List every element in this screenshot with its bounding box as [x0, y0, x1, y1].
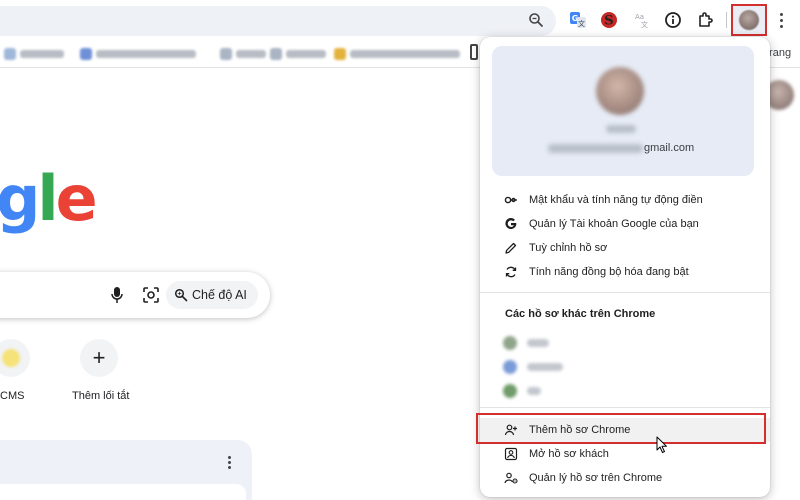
address-bar[interactable] — [0, 6, 556, 36]
feed-card-content — [0, 484, 246, 500]
browser-toolbar: G 文 S Aa 文 — [0, 0, 800, 38]
google-logo-letter: l — [37, 162, 58, 235]
svg-text:S: S — [604, 14, 613, 29]
menu-item-manage-profiles[interactable]: Quản lý hồ sơ trên Chrome — [480, 466, 770, 490]
bookmark-folder-icon[interactable] — [470, 44, 478, 60]
google-logo-letter: g — [0, 162, 40, 235]
profile-name-redacted — [606, 125, 636, 133]
shortcut-cms[interactable] — [0, 339, 30, 377]
google-g-icon — [504, 217, 518, 231]
toolbar-separator — [726, 12, 727, 28]
other-profiles-title: Các hồ sơ khác trên Chrome — [505, 308, 656, 320]
menu-item-label: Mở hồ sơ khách — [529, 448, 609, 460]
card-more-icon[interactable] — [226, 456, 232, 472]
puzzle-icon[interactable] — [695, 10, 715, 30]
profile-avatar-button[interactable] — [731, 4, 767, 36]
menu-item-customize-profile[interactable]: Tuỳ chỉnh hồ sơ — [480, 236, 770, 260]
google-logo-letter: e — [55, 162, 98, 235]
menu-item-label: Quản lý Tài khoản Google của bạn — [529, 218, 699, 230]
manage-profiles-icon — [504, 471, 518, 485]
guest-profile-icon — [504, 447, 518, 461]
menu-item-label: Tính năng đồng bộ hóa đang bật — [529, 266, 689, 278]
svg-text:Aa: Aa — [635, 13, 644, 21]
profile-email-redacted — [548, 144, 643, 153]
ai-mode-button[interactable]: Chế độ AI — [166, 281, 258, 309]
shortcut-favicon — [2, 349, 20, 367]
add-shortcut-button[interactable]: + — [80, 339, 118, 377]
menu-item-label: Tuỳ chỉnh hồ sơ — [529, 242, 608, 254]
bookmark-item[interactable] — [4, 47, 64, 61]
key-icon — [504, 193, 518, 207]
profile-photo — [596, 67, 644, 115]
pencil-icon — [504, 241, 518, 255]
ai-search-icon — [174, 288, 188, 302]
more-vert-icon[interactable] — [775, 9, 787, 31]
menu-item-guest-profile[interactable]: Mở hồ sơ khách — [480, 442, 770, 466]
menu-item-label: Mật khẩu và tính năng tự động điền — [529, 194, 703, 206]
mouse-cursor-icon — [656, 436, 667, 453]
highlight-annotation-box — [476, 413, 766, 444]
add-shortcut-label: Thêm lối tắt — [72, 390, 130, 402]
ai-mode-label: Chế độ AI — [192, 288, 247, 302]
menu-item-manage-account[interactable]: Quản lý Tài khoản Google của bạn — [480, 212, 770, 236]
microphone-icon[interactable] — [110, 286, 124, 304]
s-extension-icon[interactable]: S — [599, 10, 619, 30]
bookmark-item[interactable] — [334, 47, 460, 61]
svg-text:文: 文 — [578, 19, 585, 28]
google-logo: gle — [0, 168, 98, 230]
bookmark-item[interactable] — [80, 47, 196, 61]
menu-item-sync[interactable]: Tính năng đồng bộ hóa đang bật — [480, 260, 770, 284]
other-profile-item[interactable] — [503, 383, 541, 399]
menu-divider — [480, 292, 770, 293]
shortcut-cms-label: CMS — [0, 390, 25, 402]
other-profile-item[interactable] — [503, 359, 563, 375]
svg-text:文: 文 — [641, 20, 648, 29]
bookmark-item[interactable] — [220, 47, 266, 61]
menu-item-label: Quản lý hồ sơ trên Chrome — [529, 472, 663, 484]
profile-email-suffix: gmail.com — [644, 142, 695, 154]
profile-avatar-icon — [739, 10, 759, 30]
plus-icon: + — [92, 345, 106, 370]
translate-icon[interactable]: G 文 — [568, 10, 588, 30]
bookmark-item[interactable] — [270, 47, 326, 61]
language-extension-icon[interactable]: Aa 文 — [632, 10, 652, 30]
sync-icon — [504, 265, 518, 279]
info-icon[interactable] — [663, 10, 683, 30]
menu-item-passwords[interactable]: Mật khẩu và tính năng tự động điền — [480, 188, 770, 212]
other-profile-item[interactable] — [503, 335, 549, 351]
zoom-icon[interactable] — [528, 12, 544, 28]
menu-divider — [480, 407, 770, 408]
google-lens-icon[interactable] — [142, 286, 160, 304]
